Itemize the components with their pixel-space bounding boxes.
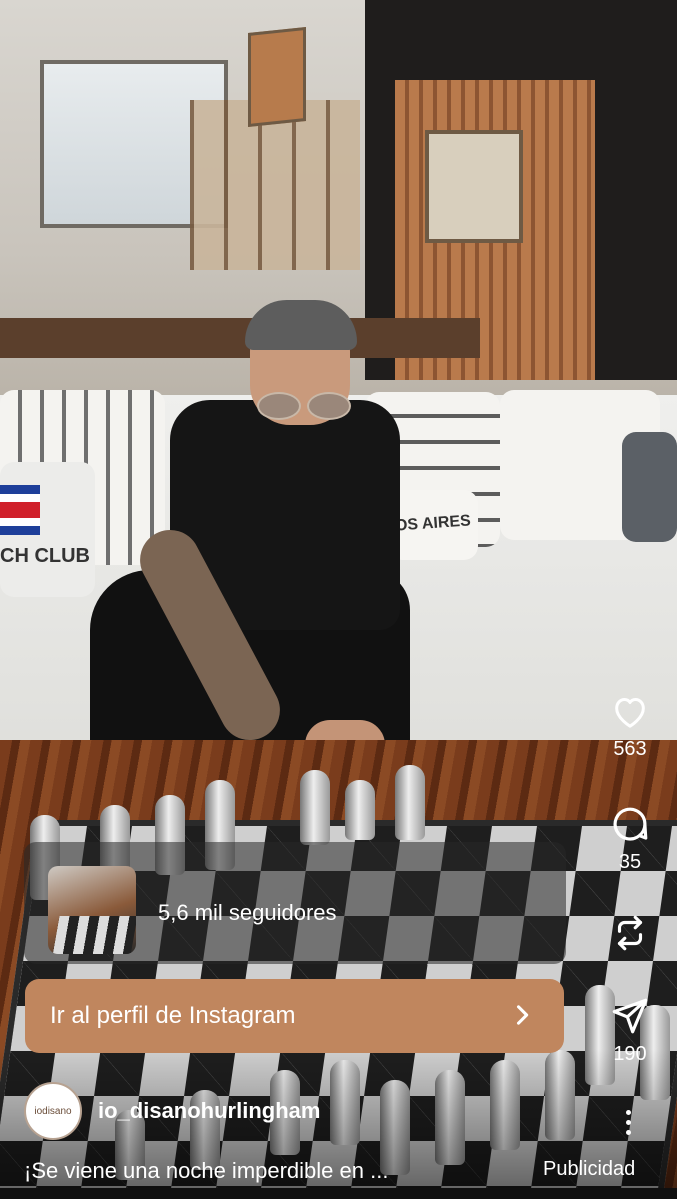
- chess-piece: [345, 780, 375, 840]
- pillow-club-text: CH CLUB: [0, 545, 90, 567]
- go-to-profile-label: Ir al perfil de Instagram: [50, 1002, 296, 1029]
- sponsored-label: Publicidad: [543, 1158, 636, 1180]
- comment-count: 35: [618, 851, 642, 873]
- chevron-right-icon: [516, 1005, 529, 1025]
- repost-icon[interactable]: [609, 910, 651, 956]
- pillow-flag: [0, 485, 40, 535]
- send-icon[interactable]: [609, 995, 651, 1037]
- share-count: 190: [613, 1043, 647, 1065]
- chess-piece: [395, 765, 425, 840]
- profile-card[interactable]: 5,6 mil seguidores: [24, 842, 566, 964]
- like-action[interactable]: 563: [600, 692, 660, 761]
- person: [90, 300, 410, 810]
- bottom-bar: [0, 1188, 677, 1199]
- background-painting-small: [248, 26, 306, 128]
- pillow-grey: [622, 432, 677, 542]
- avatar[interactable]: iodisano: [24, 1082, 82, 1140]
- username[interactable]: io_disanohurlingham: [98, 1098, 320, 1124]
- repost-action[interactable]: [600, 910, 660, 956]
- chess-piece: [300, 770, 330, 845]
- profile-thumbnail[interactable]: [48, 866, 136, 954]
- go-to-profile-button[interactable]: Ir al perfil de Instagram: [25, 979, 564, 1053]
- share-action[interactable]: 190: [600, 995, 660, 1066]
- like-count: 563: [613, 738, 647, 760]
- account-row[interactable]: iodisano io_disanohurlingham: [24, 1082, 320, 1140]
- heart-icon[interactable]: [609, 692, 651, 732]
- background-shelf: [190, 100, 360, 270]
- more-vertical-icon[interactable]: [626, 1110, 632, 1140]
- post-caption[interactable]: ¡Se viene una noche imperdible en ...: [24, 1158, 388, 1184]
- background-painting: [425, 130, 523, 243]
- sunglasses: [255, 392, 351, 420]
- person-hair: [245, 300, 357, 350]
- thumbnail-chess-board: [52, 916, 136, 954]
- comment-action[interactable]: 35: [600, 803, 660, 874]
- comment-bubble-icon[interactable]: [609, 803, 651, 845]
- followers-count: 5,6 mil seguidores: [158, 900, 337, 925]
